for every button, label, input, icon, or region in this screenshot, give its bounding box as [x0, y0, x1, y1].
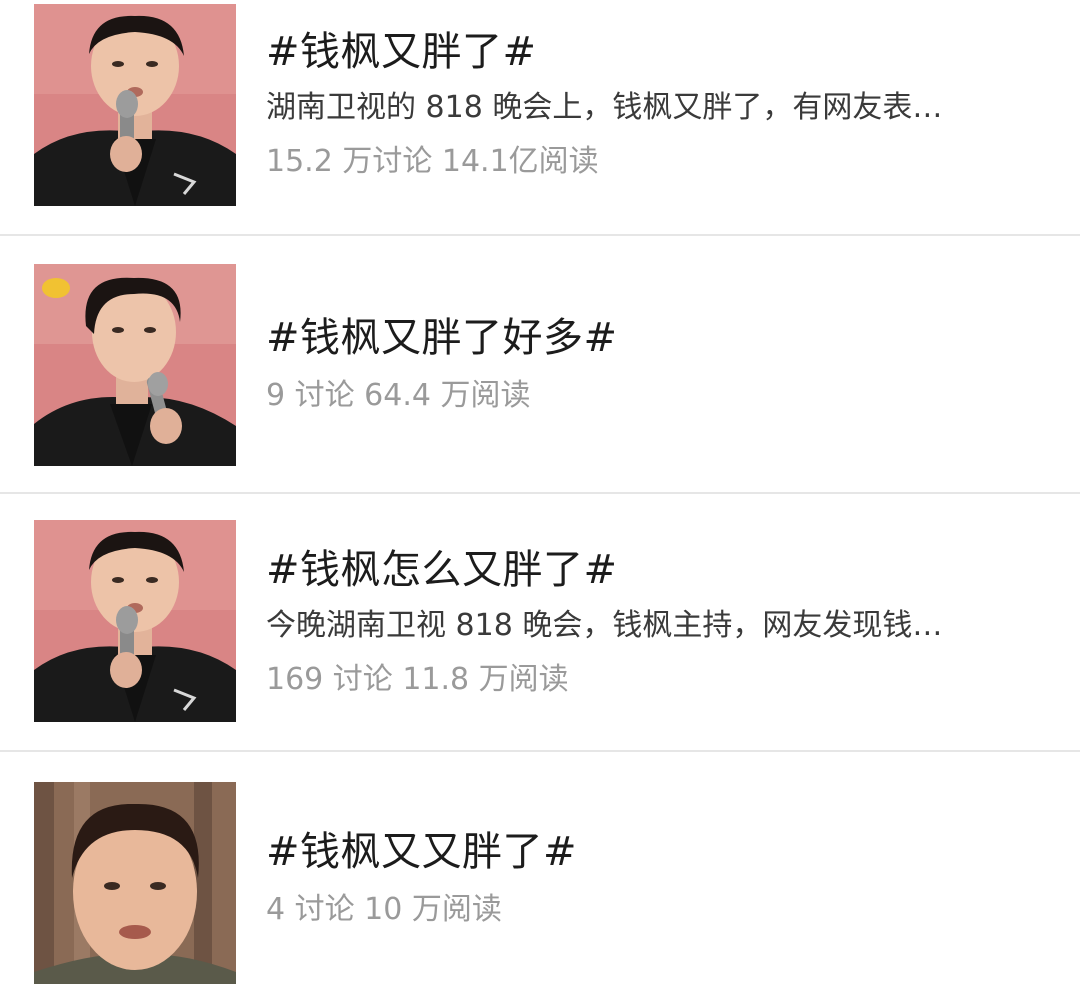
- topic-thumbnail-4[interactable]: [34, 782, 236, 984]
- channel-logo-icon: [42, 278, 70, 298]
- topic-text-4: #钱枫又又胖了# 4 讨论 10 万阅读: [266, 828, 1050, 930]
- selfie-portrait-photo: [34, 782, 236, 984]
- topic-row-1[interactable]: #钱枫又胖了# 湖南卫视的 818 晚会上，钱枫又胖了，有网友表… 15.2 万…: [0, 0, 1080, 234]
- topic-row-4[interactable]: #钱枫又又胖了# 4 讨论 10 万阅读: [0, 752, 1080, 990]
- topic-row-3[interactable]: #钱枫怎么又胖了# 今晚湖南卫视 818 晚会，钱枫主持，网友发现钱… 169 …: [0, 494, 1080, 750]
- topic-stats: 9 讨论 64.4 万阅读: [266, 378, 531, 413]
- topic-row-2[interactable]: #钱枫又胖了好多# 9 讨论 64.4 万阅读: [0, 236, 1080, 492]
- stage-host-photo: [34, 4, 236, 206]
- topic-thumbnail-3[interactable]: [34, 520, 236, 722]
- topic-text-1: #钱枫又胖了# 湖南卫视的 818 晚会上，钱枫又胖了，有网友表… 15.2 万…: [266, 28, 1050, 182]
- topic-stats: 15.2 万讨论 14.1亿阅读: [266, 144, 599, 179]
- topic-thumbnail-1[interactable]: [34, 4, 236, 206]
- topic-list: #钱枫又胖了# 湖南卫视的 818 晚会上，钱枫又胖了，有网友表… 15.2 万…: [0, 0, 1080, 990]
- stage-host-photo: [34, 264, 236, 466]
- topic-thumbnail-2[interactable]: [34, 264, 236, 466]
- topic-stats: 169 讨论 11.8 万阅读: [266, 662, 569, 697]
- topic-text-2: #钱枫又胖了好多# 9 讨论 64.4 万阅读: [266, 314, 1050, 416]
- topic-title[interactable]: #钱枫又又胖了#: [266, 828, 1050, 876]
- topic-title[interactable]: #钱枫又胖了好多#: [266, 314, 1050, 362]
- topic-stats: 4 讨论 10 万阅读: [266, 892, 502, 927]
- topic-title[interactable]: #钱枫又胖了#: [266, 28, 1050, 76]
- topic-description: 今晚湖南卫视 818 晚会，钱枫主持，网友发现钱…: [266, 608, 943, 643]
- topic-title[interactable]: #钱枫怎么又胖了#: [266, 546, 1050, 594]
- topic-description: 湖南卫视的 818 晚会上，钱枫又胖了，有网友表…: [266, 90, 943, 125]
- topic-text-3: #钱枫怎么又胖了# 今晚湖南卫视 818 晚会，钱枫主持，网友发现钱… 169 …: [266, 546, 1050, 700]
- stage-host-photo: [34, 520, 236, 722]
